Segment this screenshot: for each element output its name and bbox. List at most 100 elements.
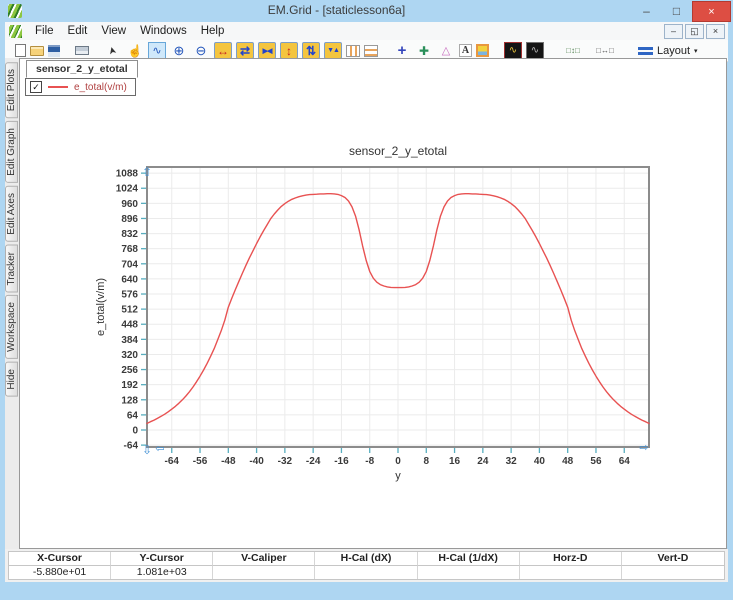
side-tab-edit-plots[interactable]: Edit Plots xyxy=(5,62,18,118)
status-header-v-caliper: V-Caliper xyxy=(213,552,315,566)
maximize-button[interactable]: □ xyxy=(662,1,691,20)
app-window: EM.Grid - [staticlesson6a] – □ × FileEdi… xyxy=(0,0,733,600)
side-tab-hide[interactable]: Hide xyxy=(5,362,18,397)
dark-plot-icon[interactable]: ∿ xyxy=(504,42,522,59)
zoom-in-icon[interactable]: ⊕ xyxy=(170,42,188,59)
status-header-horz-d: Horz-D xyxy=(520,552,622,566)
x-tick-label: -48 xyxy=(221,456,236,467)
shrink-horizontal-icon[interactable]: ⇄ xyxy=(236,42,254,59)
y-tick-label: 896 xyxy=(121,214,138,225)
layout-dropdown[interactable]: Layout▾ xyxy=(634,42,702,59)
status-value-5 xyxy=(520,566,622,579)
x-tick-label: 56 xyxy=(590,456,602,467)
y-tick-label: 832 xyxy=(121,229,138,240)
y-tick-label: 192 xyxy=(121,380,138,391)
x-axis-label: y xyxy=(395,470,401,482)
status-header-h-cal-1-dx-: H-Cal (1/dX) xyxy=(418,552,520,566)
app-logo-icon xyxy=(8,4,22,18)
chart-svg[interactable]: -640641281922563203844485125766407047688… xyxy=(91,141,663,486)
y-tick-label: 448 xyxy=(121,320,138,331)
zoom-region-icon[interactable]: ∿ xyxy=(148,42,166,59)
y-axis-label: e_total(v/m) xyxy=(95,278,107,336)
vertical-limits-icon[interactable]: □↕□ xyxy=(559,42,587,59)
menu-windows[interactable]: Windows xyxy=(133,24,194,38)
shrink-vertical-icon[interactable]: ⇅ xyxy=(302,42,320,59)
chevron-down-icon: ▾ xyxy=(694,47,698,55)
document-logo-icon xyxy=(9,25,22,38)
x-tick-label: 0 xyxy=(395,456,401,467)
plot-style-icon[interactable] xyxy=(476,44,489,57)
side-tabs: Edit Plots Edit Graph Edit Axes Tracker Work… xyxy=(5,62,20,397)
tracker-axes-icon[interactable]: ✚ xyxy=(415,42,433,59)
status-table: X-CursorY-CursorV-CaliperH-Cal (dX)H-Cal… xyxy=(8,551,725,580)
y-tick-label: 1024 xyxy=(116,184,139,195)
status-value-1: 1.081e+03 xyxy=(111,566,213,579)
expand-vertical-icon[interactable]: ↕ xyxy=(280,42,298,59)
y-axis-bottom-arrow-icon: ⇩ xyxy=(142,443,152,457)
legend-checkbox[interactable]: ✓ xyxy=(30,81,42,93)
menu-help[interactable]: Help xyxy=(194,24,232,38)
menu-file[interactable]: File xyxy=(28,24,61,38)
status-value-6 xyxy=(622,566,724,579)
menu-edit[interactable]: Edit xyxy=(61,24,95,38)
mdi-minimize-button[interactable]: – xyxy=(664,24,683,39)
y-tick-label: 256 xyxy=(121,365,138,376)
side-tab-workspace[interactable]: Workspace xyxy=(5,295,18,359)
status-header-vert-d: Vert-D xyxy=(622,552,724,566)
side-tab-tracker[interactable]: Tracker xyxy=(5,245,18,293)
y-tick-label: 960 xyxy=(121,199,138,210)
document-tab[interactable]: sensor_2_y_etotal xyxy=(26,60,138,78)
side-tab-edit-axes[interactable]: Edit Axes xyxy=(5,186,18,242)
open-folder-icon[interactable] xyxy=(30,46,44,56)
chart[interactable]: -640641281922563203844485125766407047688… xyxy=(91,141,663,486)
print-icon[interactable] xyxy=(75,46,89,55)
chart-title: sensor_2_y_etotal xyxy=(349,144,447,158)
center-vertical-icon[interactable]: ▼▲ xyxy=(324,42,342,59)
horizontal-section-icon[interactable] xyxy=(364,45,378,57)
titlebar: EM.Grid - [staticlesson6a] – □ × xyxy=(0,0,733,22)
x-tick-label: 16 xyxy=(449,456,461,467)
status-header-y-cursor: Y-Cursor xyxy=(111,552,213,566)
vertical-section-icon[interactable] xyxy=(346,45,360,57)
x-tick-label: 32 xyxy=(506,456,518,467)
save-icon[interactable] xyxy=(48,45,60,57)
status-header-h-cal-dx-: H-Cal (dX) xyxy=(315,552,417,566)
x-axis-left-arrow-icon: ⇦ xyxy=(155,443,164,455)
menu-view[interactable]: View xyxy=(94,24,133,38)
text-annotation-icon[interactable]: A xyxy=(459,44,472,57)
minimize-button[interactable]: – xyxy=(632,1,661,20)
horizontal-limits-icon[interactable]: □↔□ xyxy=(591,42,619,59)
crosshair-icon[interactable]: + xyxy=(393,42,411,59)
pan-hand-icon[interactable]: ☝ xyxy=(126,42,144,59)
zoom-out-icon[interactable]: ⊖ xyxy=(192,42,210,59)
status-value-3 xyxy=(315,566,417,579)
status-header-x-cursor: X-Cursor xyxy=(9,552,111,566)
new-file-icon[interactable] xyxy=(15,44,26,57)
x-tick-label: 40 xyxy=(534,456,546,467)
x-tick-label: 48 xyxy=(562,456,574,467)
mdi-restore-button[interactable]: ◱ xyxy=(685,24,704,39)
x-tick-label: 24 xyxy=(477,456,489,467)
caliper-icon[interactable]: △ xyxy=(437,42,455,59)
dark-plot-alt-icon[interactable]: ∿ xyxy=(526,42,544,59)
y-tick-label: 704 xyxy=(121,259,138,270)
center-horizontal-icon[interactable]: ▶◀ xyxy=(258,42,276,59)
layout-icon xyxy=(638,47,653,55)
close-button[interactable]: × xyxy=(692,1,731,22)
y-tick-label: 640 xyxy=(121,274,138,285)
mdi-controls: – ◱ × xyxy=(664,24,728,39)
mdi-close-button[interactable]: × xyxy=(706,24,725,39)
y-tick-label: 320 xyxy=(121,350,138,361)
x-tick-label: -64 xyxy=(165,456,180,467)
expand-horizontal-icon[interactable]: ↔ xyxy=(214,42,232,59)
status-value-4 xyxy=(418,566,520,579)
x-tick-label: -40 xyxy=(249,456,264,467)
x-tick-label: -56 xyxy=(193,456,208,467)
legend-line-sample xyxy=(48,86,68,88)
y-tick-label: 1088 xyxy=(116,169,139,180)
x-tick-label: -16 xyxy=(334,456,349,467)
x-tick-label: -8 xyxy=(365,456,374,467)
side-tab-edit-graph[interactable]: Edit Graph xyxy=(5,121,18,183)
y-tick-label: 768 xyxy=(121,244,138,255)
legend: ✓ e_total(v/m) xyxy=(25,78,136,96)
